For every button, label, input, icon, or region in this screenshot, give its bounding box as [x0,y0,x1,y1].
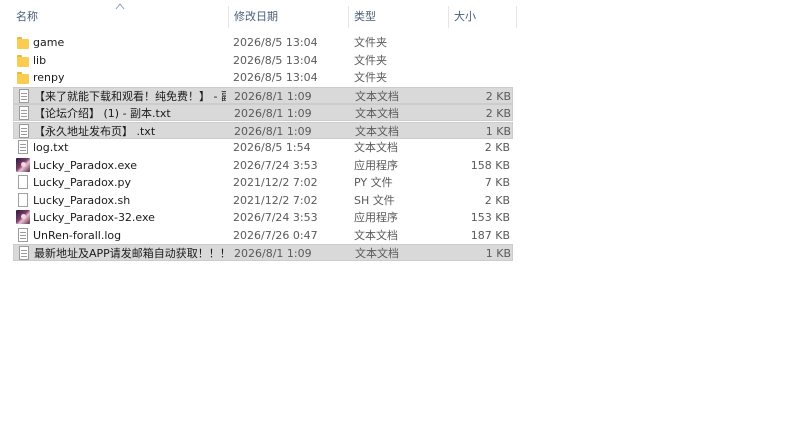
folder-icon [16,70,30,85]
file-size: 2 KB [484,141,510,154]
file-date-modified: 2026/8/5 13:04 [233,71,318,84]
file-row[interactable]: Lucky_Paradox.py 2021/12/2 7:02 PY 文件 7 KB [13,174,513,191]
application-icon [16,210,30,225]
column-divider[interactable] [228,6,229,28]
text-document-icon [17,88,31,104]
file-row[interactable]: game 2026/8/5 13:04 文件夹 [13,34,513,51]
file-date-modified: 2026/8/1 1:09 [234,107,312,120]
file-type: PY 文件 [354,176,393,189]
text-document-icon [16,140,30,155]
column-divider[interactable] [516,6,517,28]
text-document-icon [16,227,30,243]
file-name: 最新地址及APP请发邮箱自动获取！！！... [34,247,226,260]
column-header-type[interactable]: 类型 [350,0,448,30]
file-date-modified: 2026/8/1 1:09 [234,124,312,138]
file-row[interactable]: 【论坛介绍】 (1) - 副本.txt 2026/8/1 1:09 文本文档 2 KB [13,104,513,121]
file-type: 文件夹 [354,53,387,67]
file-name: Lucky_Paradox.sh [33,193,131,207]
file-row[interactable]: 【来了就能下载和观看！纯免费！】 - 副... 2026/8/1 1:09 文本文档… [13,86,513,104]
file-row[interactable]: renpy 2026/8/5 13:04 文件夹 [13,69,513,86]
file-size: 2 KB [484,193,510,207]
file-date-modified: 2021/12/2 7:02 [233,176,318,189]
file-size: 1 KB [485,124,511,138]
file-date-modified: 2026/8/1 1:09 [234,247,312,260]
file-date-modified: 2026/7/24 3:53 [233,158,318,172]
file-row[interactable]: 【永久地址发布页】 .txt 2026/8/1 1:09 文本文档 1 KB [13,121,513,139]
text-document-icon [17,246,31,261]
file-row[interactable]: UnRen-forall.log 2026/7/26 0:47 文本文档 187 KB [13,227,513,244]
file-date-modified: 2021/12/2 7:02 [233,193,318,207]
file-type: 文本文档 [355,107,399,120]
file-type: 应用程序 [354,158,398,172]
column-header-date[interactable]: 修改日期 [230,0,348,30]
file-date-modified: 2026/8/5 1:54 [233,141,311,154]
blank-file-icon [16,192,30,208]
file-name: 【论坛介绍】 (1) - 副本.txt [34,107,171,120]
file-row[interactable]: Lucky_Paradox.exe 2026/7/24 3:53 应用程序 158 K… [13,157,513,174]
file-name: Lucky_Paradox.py [33,176,131,189]
text-document-icon [17,123,31,139]
file-size: 7 KB [484,176,510,189]
file-type: 应用程序 [354,211,398,224]
file-size: 2 KB [485,89,511,103]
file-row[interactable]: Lucky_Paradox.sh 2021/12/2 7:02 SH 文件 2 KB [13,192,513,209]
file-type: 文本文档 [355,89,399,103]
file-name: log.txt [33,141,69,154]
file-name: 【永久地址发布页】 .txt [34,124,156,138]
file-type: 文本文档 [355,124,399,138]
folder-icon [16,53,30,68]
file-size: 158 KB [470,158,510,172]
column-header-size[interactable]: 大小 [450,0,516,30]
file-name: 【来了就能下载和观看！纯免费！】 - 副... [34,89,226,103]
file-type: SH 文件 [354,193,395,207]
file-row[interactable]: log.txt 2026/8/5 1:54 文本文档 2 KB [13,139,513,156]
file-size [433,34,510,51]
file-type: 文件夹 [354,71,387,84]
file-size: 187 KB [470,228,510,242]
application-icon [16,157,30,173]
file-type: 文本文档 [354,228,398,242]
file-date-modified: 2026/8/5 13:04 [233,36,318,49]
column-divider[interactable] [448,6,449,28]
file-type: 文本文档 [354,141,398,154]
file-name: lib [33,53,47,67]
column-header: 名称 修改日期 类型 大小 [0,0,800,30]
file-size: 153 KB [470,211,510,224]
file-size: 2 KB [485,107,511,120]
file-row[interactable]: lib 2026/8/5 13:04 文件夹 [13,52,513,69]
column-header-name[interactable]: 名称 [12,0,228,30]
file-size [433,52,510,69]
file-type: 文件夹 [354,36,387,49]
text-document-icon [17,106,31,121]
blank-file-icon [16,175,30,190]
file-date-modified: 2026/8/5 13:04 [233,53,318,67]
file-name: Lucky_Paradox-32.exe [33,211,155,224]
file-size: 1 KB [485,247,511,260]
file-name: UnRen-forall.log [33,228,122,242]
file-type: 文本文档 [355,247,399,260]
file-size [433,69,510,86]
file-name: renpy [33,71,65,84]
file-date-modified: 2026/7/24 3:53 [233,211,318,224]
folder-icon [16,35,30,50]
file-date-modified: 2026/8/1 1:09 [234,89,312,103]
column-divider[interactable] [348,6,349,28]
file-row[interactable]: 最新地址及APP请发邮箱自动获取！！！... 2026/8/1 1:09 文本文档 1… [13,244,513,261]
file-name: game [33,36,65,49]
file-name: Lucky_Paradox.exe [33,158,137,172]
file-row[interactable]: Lucky_Paradox-32.exe 2026/7/24 3:53 应用程序 15… [13,209,513,226]
file-date-modified: 2026/7/26 0:47 [233,228,318,242]
